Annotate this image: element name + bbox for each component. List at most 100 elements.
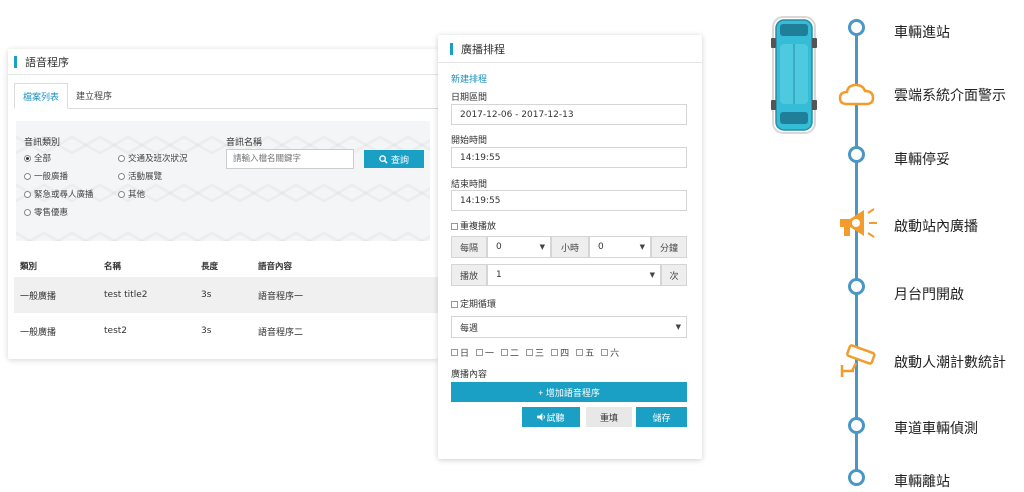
caret-down-icon: ▼ [649, 271, 655, 279]
voice-program-tabs: 檔案列表 建立程序 [14, 83, 438, 109]
interval-row: 每隔 0 ▼ 小時 0 ▼ 分鐘 [451, 236, 687, 258]
radio-emergency[interactable]: 緊急或尋人廣播 [24, 188, 94, 200]
radio-dot [24, 154, 31, 162]
voice-program-panel: 語音程序 檔案列表 建立程序 音訊類別 全部 交通及班次狀況 一般廣播 活動展覽… [8, 49, 438, 359]
weekday-tue[interactable]: 二 [501, 346, 519, 359]
search-button[interactable]: 查詢 [364, 150, 424, 168]
cycle-checkbox[interactable]: 定期循環 [451, 297, 496, 310]
content-label: 廣播內容 [451, 370, 488, 380]
cell-length: 3s [201, 326, 212, 336]
start-time-label: 開始時間 [451, 136, 488, 146]
col-length: 長度 [201, 262, 219, 272]
reset-button[interactable]: 重填 [586, 407, 632, 427]
repeat-checkbox[interactable]: 重複播放 [451, 219, 496, 232]
add-voice-program-button[interactable]: + 增加語音程序 [451, 382, 687, 402]
checkbox-box [451, 223, 458, 230]
header-accent-bar [14, 55, 17, 68]
caret-down-icon: ▼ [675, 323, 681, 331]
cell-category: 一般廣播 [20, 291, 57, 302]
tab-file-list[interactable]: 檔案列表 [14, 83, 69, 109]
radio-dot [24, 208, 31, 216]
weekday-fri[interactable]: 五 [576, 346, 594, 359]
cycle-row: 每週 ▼ [451, 316, 687, 338]
voice-program-title: 語音程序 [25, 55, 69, 69]
cell-length: 3s [201, 290, 212, 300]
header-accent-bar [450, 42, 453, 55]
megaphone-icon [840, 208, 877, 238]
radio-other[interactable]: 其他 [118, 188, 145, 200]
step-platform-door-open: 月台門開啟 [894, 287, 964, 303]
table-row[interactable]: 一般廣播 test title2 3s 語音程序一 [14, 277, 438, 313]
speaker-icon [537, 413, 546, 421]
col-category: 類別 [20, 262, 38, 272]
search-icon [379, 154, 388, 164]
schedule-title: 廣播排程 [461, 42, 505, 56]
weekday-sun[interactable]: 日 [451, 346, 469, 359]
minute-select[interactable]: 0 ▼ [589, 236, 651, 258]
step-bus-arrival: 車輛進站 [894, 25, 950, 41]
filter-area: 音訊類別 全部 交通及班次狀況 一般廣播 活動展覽 緊急或尋人廣播 其他 零售優… [16, 121, 430, 241]
category-label: 音訊類別 [24, 138, 61, 148]
weekday-mon[interactable]: 一 [476, 346, 494, 359]
play-unit: 次 [661, 264, 687, 286]
radio-general[interactable]: 一般廣播 [24, 170, 68, 182]
bus-icon [771, 16, 817, 134]
search-input[interactable] [226, 149, 354, 169]
weekday-sat[interactable]: 六 [601, 346, 619, 359]
col-content: 語音內容 [258, 262, 293, 272]
flow-node [848, 146, 865, 163]
new-schedule-link[interactable]: 新建排程 [451, 72, 487, 85]
radio-retail[interactable]: 零售優惠 [24, 206, 68, 218]
voice-program-header: 語音程序 [8, 49, 438, 75]
flow-node [848, 417, 865, 434]
every-label: 每隔 [451, 236, 487, 258]
save-button[interactable]: 儲存 [636, 407, 687, 427]
checkbox-box [451, 301, 458, 308]
flow-node [848, 278, 865, 295]
step-lane-detection: 車道車輛偵測 [894, 421, 978, 437]
play-label: 播放 [451, 264, 487, 286]
tab-create-program[interactable]: 建立程序 [68, 83, 120, 109]
weekday-thu[interactable]: 四 [551, 346, 569, 359]
radio-dot [118, 154, 125, 162]
hour-select[interactable]: 0 ▼ [487, 236, 551, 258]
step-bus-departure: 車輛離站 [894, 474, 950, 490]
step-station-broadcast: 啟動站內廣播 [894, 219, 978, 235]
cloud-icon [838, 83, 875, 106]
flow-node [848, 19, 865, 36]
radio-dot [24, 190, 31, 198]
cell-content: 語音程序一 [258, 291, 304, 302]
caret-down-icon: ▼ [639, 243, 645, 251]
radio-traffic[interactable]: 交通及班次狀況 [118, 152, 188, 164]
end-time-input[interactable]: 14:19:55 [451, 190, 687, 211]
play-count-row: 播放 1 ▼ 次 [451, 264, 687, 286]
schedule-panel: 廣播排程 新建排程 日期區間 2017-12-06 - 2017-12-13 開… [438, 35, 702, 459]
flow-node [848, 469, 865, 486]
step-cloud-alert: 雲端系統介面警示 [894, 88, 1006, 104]
weekday-checkboxes: 日 一 二 三 四 五 六 [451, 346, 619, 359]
schedule-header: 廣播排程 [438, 35, 702, 63]
cell-content: 語音程序二 [258, 327, 304, 338]
radio-events[interactable]: 活動展覽 [118, 170, 162, 182]
date-range-input[interactable]: 2017-12-06 - 2017-12-13 [451, 104, 687, 125]
play-count-select[interactable]: 1 ▼ [487, 264, 661, 286]
col-name: 名稱 [104, 262, 122, 272]
date-range-label: 日期區間 [451, 93, 488, 103]
cycle-select[interactable]: 每週 ▼ [451, 316, 687, 338]
voice-table: 類別 名稱 長度 語音內容 一般廣播 test title2 3s 語音程序一 … [14, 255, 438, 349]
test-listen-button[interactable]: 試聽 [522, 407, 580, 427]
radio-dot [118, 172, 125, 180]
cell-name: test2 [104, 326, 128, 336]
table-header: 類別 名稱 長度 語音內容 [14, 255, 438, 277]
security-camera-icon [840, 344, 876, 377]
name-label: 音訊名稱 [226, 138, 263, 148]
weekday-wed[interactable]: 三 [526, 346, 544, 359]
table-row[interactable]: 一般廣播 test2 3s 語音程序二 [14, 313, 438, 349]
cell-category: 一般廣播 [20, 327, 57, 338]
minute-unit: 分鐘 [651, 236, 687, 258]
hour-unit: 小時 [551, 236, 589, 258]
radio-all[interactable]: 全部 [24, 152, 51, 164]
end-time-label: 結束時間 [451, 180, 488, 190]
start-time-input[interactable]: 14:19:55 [451, 147, 687, 168]
cell-name: test title2 [104, 290, 148, 300]
